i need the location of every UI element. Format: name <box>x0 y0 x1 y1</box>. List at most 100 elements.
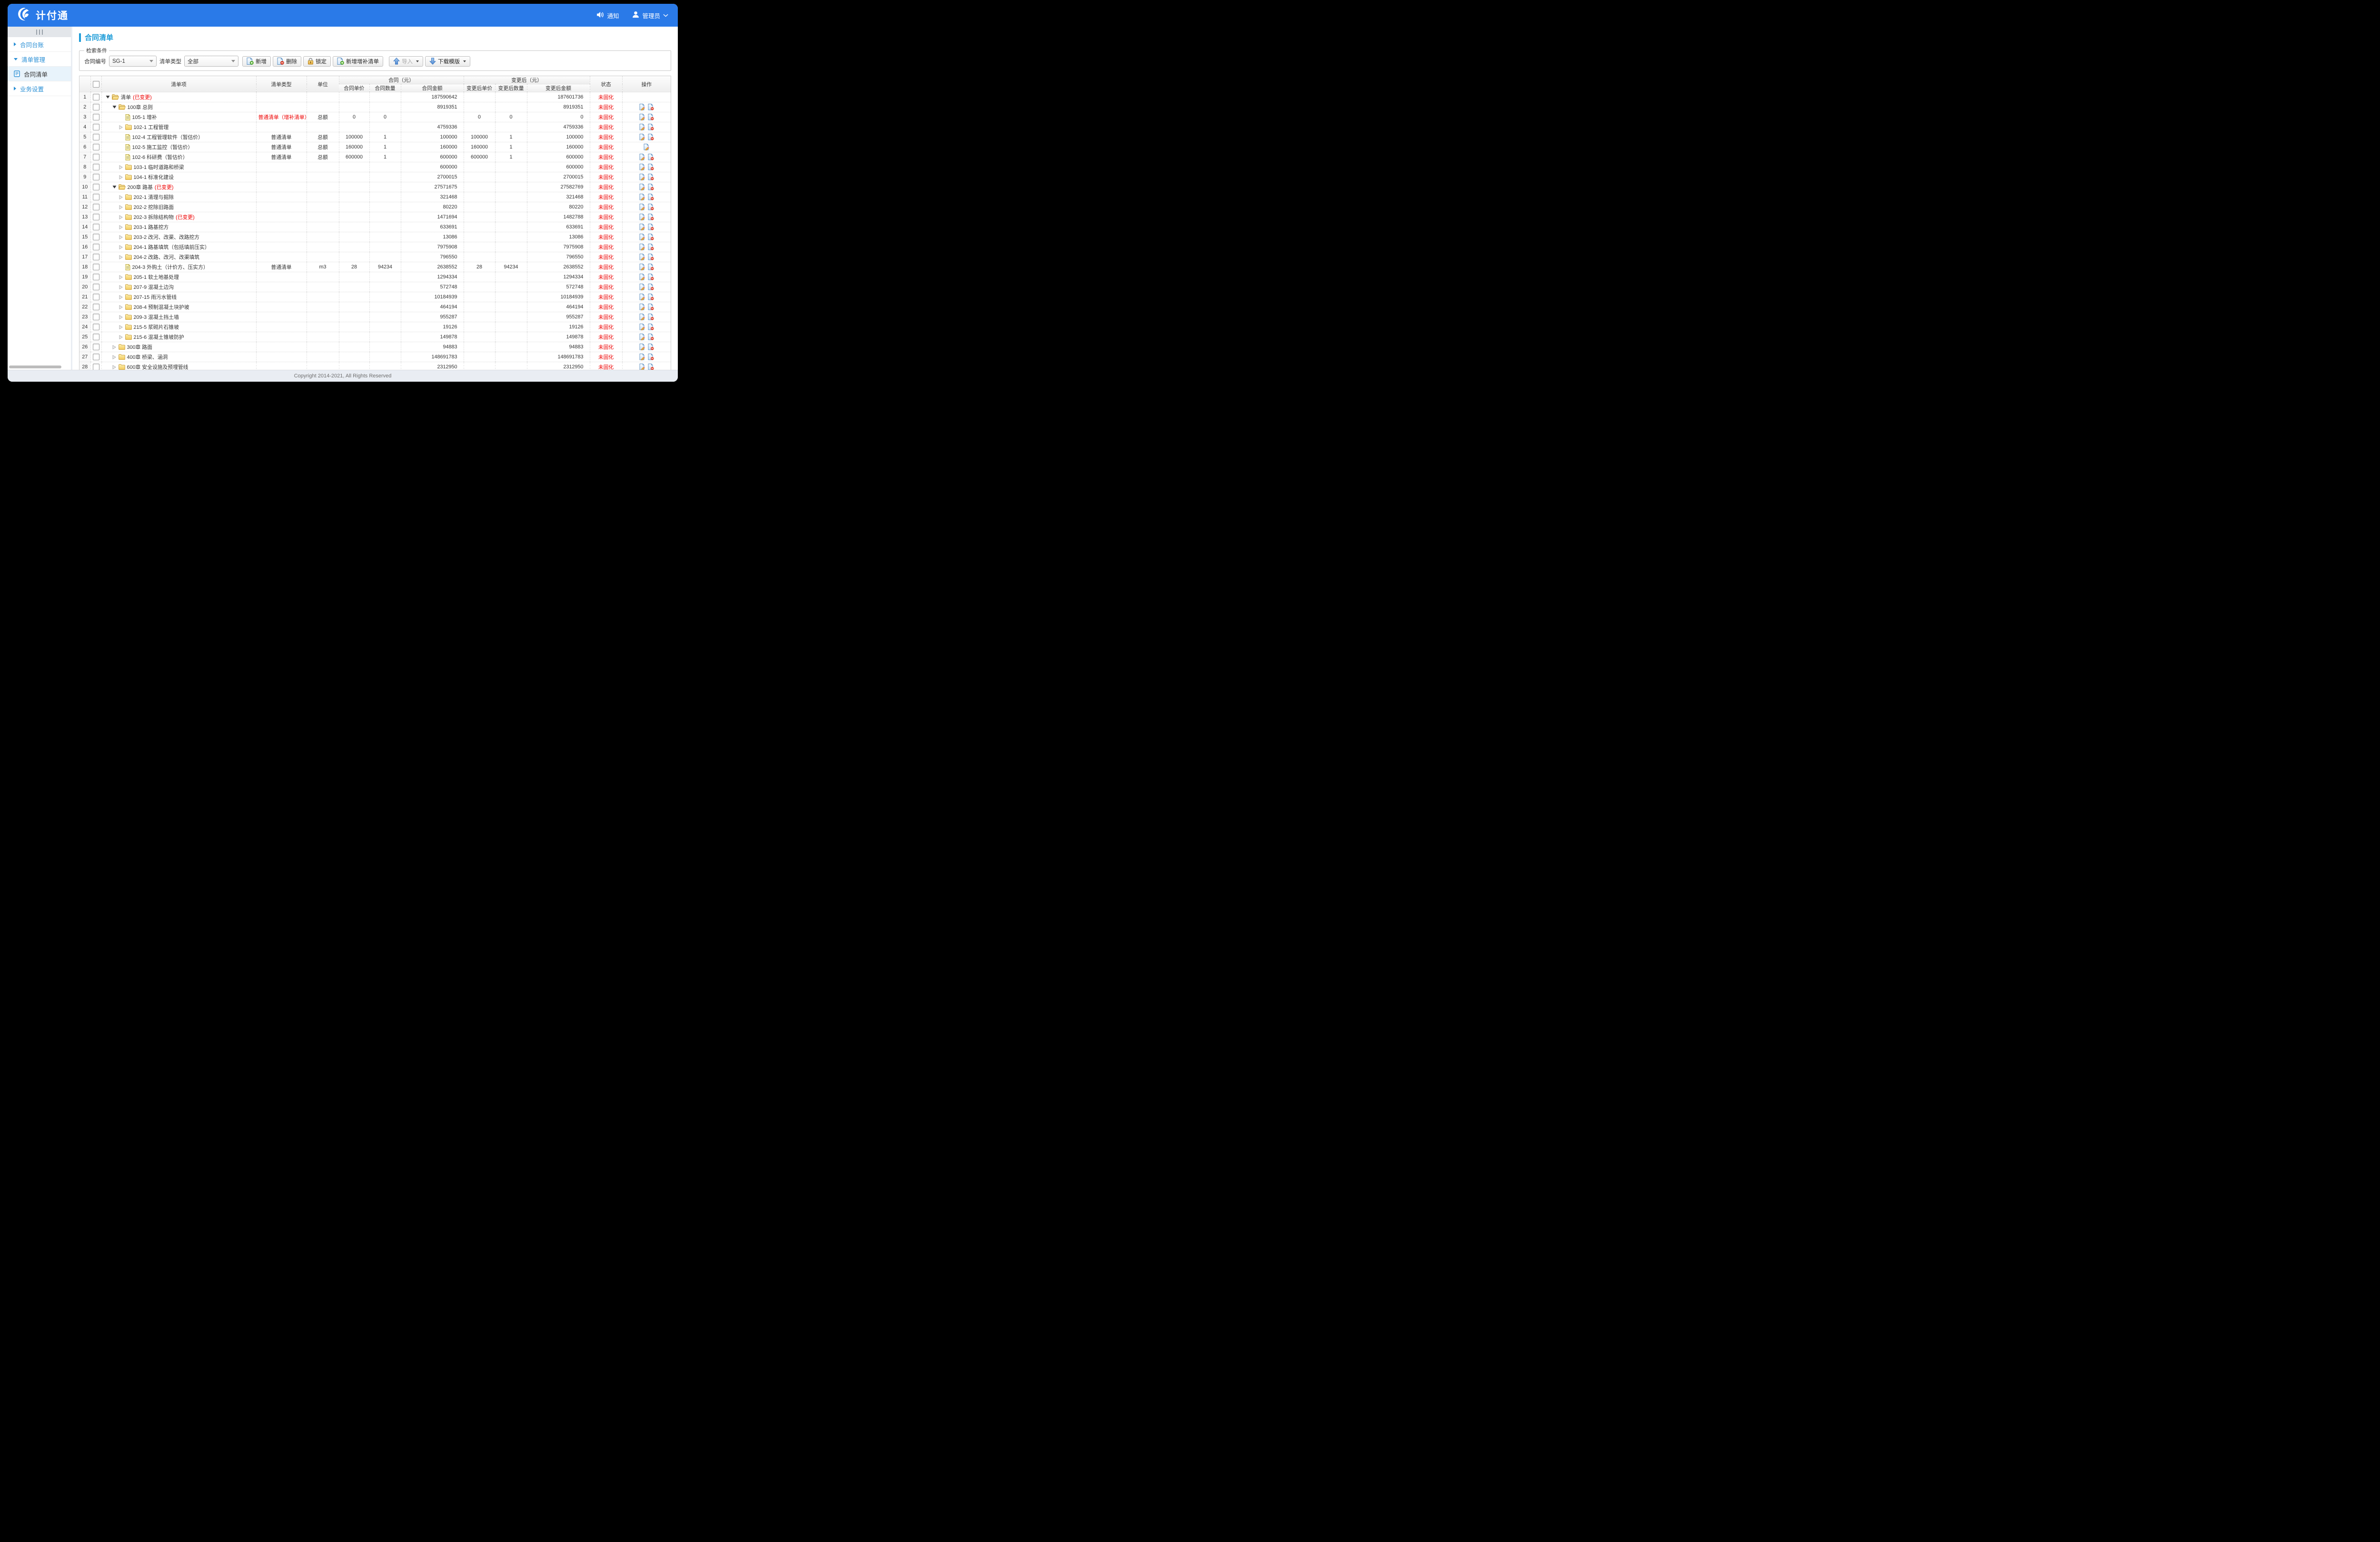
delete-row-icon[interactable] <box>648 224 654 230</box>
tree-expand-icon[interactable] <box>119 215 123 219</box>
tree-expand-icon[interactable] <box>119 175 123 179</box>
tree-expand-icon[interactable] <box>112 365 117 369</box>
row-checkbox[interactable] <box>93 214 99 220</box>
tree-expand-icon[interactable] <box>119 245 123 249</box>
edit-row-icon[interactable] <box>639 234 645 240</box>
row-checkbox[interactable] <box>93 304 99 310</box>
tree-expand-icon[interactable] <box>119 305 123 309</box>
toolbar-button-2[interactable]: 删除 <box>273 56 301 67</box>
sidebar-item-2[interactable]: 清单管理 <box>8 52 71 67</box>
delete-row-icon[interactable] <box>648 154 654 160</box>
delete-row-icon[interactable] <box>648 114 654 120</box>
edit-row-icon[interactable] <box>639 204 645 210</box>
delete-row-icon[interactable] <box>648 134 654 140</box>
sidebar-horizontal-scrollbar[interactable] <box>9 366 61 368</box>
row-checkbox[interactable] <box>93 124 99 130</box>
tree-expand-icon[interactable] <box>112 345 117 349</box>
sidebar-item-4[interactable]: 业务设置 <box>8 81 71 96</box>
user-menu[interactable]: 管理员 <box>632 11 668 20</box>
edit-row-icon[interactable] <box>639 254 645 260</box>
delete-row-icon[interactable] <box>648 124 654 130</box>
delete-row-icon[interactable] <box>648 204 654 210</box>
row-checkbox[interactable] <box>93 194 99 200</box>
tree-expand-icon[interactable] <box>119 235 123 239</box>
row-checkbox[interactable] <box>93 324 99 330</box>
row-checkbox[interactable] <box>93 254 99 260</box>
row-checkbox[interactable] <box>93 234 99 240</box>
row-checkbox[interactable] <box>93 354 99 360</box>
toolbar-button-6[interactable]: 下载模版 <box>425 56 470 67</box>
tree-expand-icon[interactable] <box>119 205 123 209</box>
tree-expand-icon[interactable] <box>119 315 123 319</box>
edit-row-icon[interactable] <box>639 114 645 120</box>
notice-menu[interactable]: 通知 <box>597 11 619 20</box>
delete-row-icon[interactable] <box>648 194 654 200</box>
delete-row-icon[interactable] <box>648 284 654 290</box>
toolbar-button-4[interactable]: 新增增补清单 <box>333 56 383 67</box>
delete-row-icon[interactable] <box>648 184 654 190</box>
row-checkbox[interactable] <box>93 244 99 250</box>
row-checkbox[interactable] <box>93 164 99 170</box>
edit-row-icon[interactable] <box>639 154 645 160</box>
edit-row-icon[interactable] <box>639 364 645 370</box>
delete-row-icon[interactable] <box>648 214 654 220</box>
tree-expand-icon[interactable] <box>119 335 123 339</box>
row-checkbox[interactable] <box>93 104 99 110</box>
edit-row-icon[interactable] <box>639 354 645 360</box>
tree-collapse-icon[interactable] <box>112 185 117 189</box>
tree-expand-icon[interactable] <box>119 275 123 279</box>
row-checkbox[interactable] <box>93 184 99 190</box>
delete-row-icon[interactable] <box>648 344 654 350</box>
delete-row-icon[interactable] <box>648 324 654 330</box>
sidebar-item-3[interactable]: 合同清单 <box>8 67 71 81</box>
edit-row-icon[interactable] <box>639 314 645 320</box>
tree-expand-icon[interactable] <box>119 295 123 299</box>
delete-row-icon[interactable] <box>648 334 654 340</box>
edit-row-icon[interactable] <box>644 144 650 150</box>
row-checkbox[interactable] <box>93 364 99 370</box>
edit-row-icon[interactable] <box>639 324 645 330</box>
edit-row-icon[interactable] <box>639 194 645 200</box>
delete-row-icon[interactable] <box>648 254 654 260</box>
row-checkbox[interactable] <box>93 284 99 290</box>
row-checkbox[interactable] <box>93 224 99 230</box>
edit-row-icon[interactable] <box>639 244 645 250</box>
edit-row-icon[interactable] <box>639 104 645 110</box>
sidebar-collapse-handle[interactable] <box>8 27 71 37</box>
edit-row-icon[interactable] <box>639 164 645 170</box>
edit-row-icon[interactable] <box>639 124 645 130</box>
edit-row-icon[interactable] <box>639 174 645 180</box>
toolbar-button-5[interactable]: 导入 <box>389 56 423 67</box>
delete-row-icon[interactable] <box>648 164 654 170</box>
delete-row-icon[interactable] <box>648 244 654 250</box>
row-checkbox[interactable] <box>93 334 99 340</box>
tree-expand-icon[interactable] <box>119 195 123 199</box>
edit-row-icon[interactable] <box>639 344 645 350</box>
delete-row-icon[interactable] <box>648 354 654 360</box>
tree-expand-icon[interactable] <box>119 125 123 129</box>
toolbar-button-3[interactable]: 锁定 <box>303 56 331 67</box>
delete-row-icon[interactable] <box>648 274 654 280</box>
delete-row-icon[interactable] <box>648 174 654 180</box>
edit-row-icon[interactable] <box>639 274 645 280</box>
edit-row-icon[interactable] <box>639 284 645 290</box>
delete-row-icon[interactable] <box>648 294 654 300</box>
delete-row-icon[interactable] <box>648 264 654 270</box>
contract-no-select[interactable]: SG-1 <box>109 56 157 67</box>
tree-expand-icon[interactable] <box>119 285 123 289</box>
toolbar-button-1[interactable]: 新增 <box>242 56 271 67</box>
edit-row-icon[interactable] <box>639 304 645 310</box>
edit-row-icon[interactable] <box>639 134 645 140</box>
list-type-select[interactable]: 全部 <box>184 56 238 67</box>
tree-collapse-icon[interactable] <box>106 95 110 99</box>
edit-row-icon[interactable] <box>639 214 645 220</box>
sidebar-item-1[interactable]: 合同台账 <box>8 37 71 52</box>
row-checkbox[interactable] <box>93 144 99 150</box>
row-checkbox[interactable] <box>93 264 99 270</box>
delete-row-icon[interactable] <box>648 364 654 370</box>
tree-expand-icon[interactable] <box>119 325 123 329</box>
row-checkbox[interactable] <box>93 274 99 280</box>
row-checkbox[interactable] <box>93 174 99 180</box>
select-all-checkbox[interactable] <box>93 81 99 88</box>
delete-row-icon[interactable] <box>648 314 654 320</box>
